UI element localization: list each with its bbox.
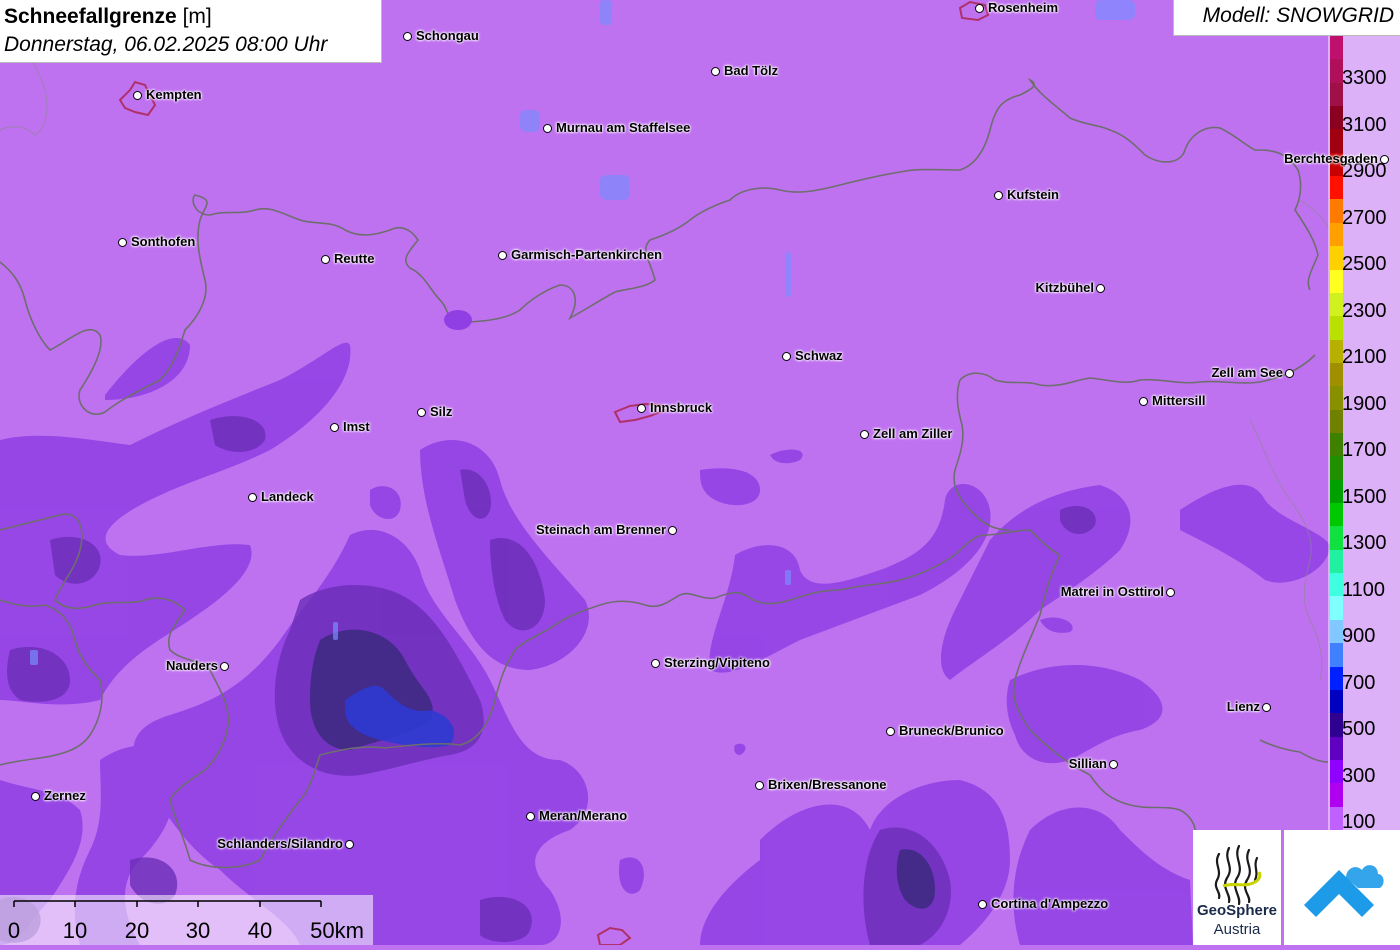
city-label: Imst (343, 419, 370, 434)
legend-label: 2300 (1342, 300, 1387, 322)
geosphere-logo: GeoSphere Austria (1193, 830, 1281, 945)
legend-label: 1100 (1342, 579, 1386, 601)
scale-tick-label: 10 (62, 918, 88, 943)
city-label: Nauders (165, 658, 218, 673)
city-dot (31, 792, 40, 801)
scale-tick-label: 20 (124, 918, 150, 943)
city-dot (403, 32, 412, 41)
city-dot (651, 659, 660, 668)
city-label: Silz (430, 404, 453, 419)
legend-swatch (1330, 736, 1343, 761)
city-label: Schlanders/Silandro (217, 836, 343, 851)
city-dot (321, 255, 330, 264)
city-label: Matrei in Osttirol (1060, 584, 1164, 599)
city-label: Murnau am Staffelsee (556, 120, 691, 135)
city-label: Mittersill (1152, 393, 1206, 408)
city-label: Bad Tölz (724, 63, 779, 78)
scale-tick-label: 30 (185, 918, 211, 943)
city-dot (345, 840, 354, 849)
scale-tick-label: 50km (310, 918, 364, 943)
map-title: Schneefallgrenze [m] (4, 5, 212, 28)
city-dot (220, 662, 229, 671)
city-label: Zell am Ziller (873, 426, 953, 441)
city-dot (711, 67, 720, 76)
city-dot (994, 191, 1003, 200)
city-label: Rosenheim (988, 0, 1059, 15)
scale-tick-label: 40 (247, 918, 273, 943)
city-label: Reutte (334, 251, 375, 266)
scale-tick-label: 0 (7, 918, 21, 943)
city-dot (1096, 284, 1105, 293)
geosphere-emblem-icon (1214, 844, 1262, 906)
legend-label: 1500 (1342, 486, 1387, 508)
legend-label: 3100 (1342, 114, 1387, 136)
city-dot (637, 404, 646, 413)
city-label: Kufstein (1007, 187, 1059, 202)
city-dot (417, 408, 426, 417)
cloud-arrow-icon (1304, 865, 1384, 917)
legend-label: 2700 (1342, 207, 1387, 229)
cloud-logo (1284, 830, 1400, 945)
legend-label: 1300 (1342, 532, 1387, 554)
city-dot (782, 352, 791, 361)
city-dot (248, 493, 257, 502)
city-label: Landeck (261, 489, 314, 504)
city-label: Zell am See (1211, 365, 1283, 380)
city-dot (330, 423, 339, 432)
city-dot (1285, 369, 1294, 378)
city-dot (498, 251, 507, 260)
legend-swatch (1330, 36, 1343, 60)
city-label: Innsbruck (650, 400, 713, 415)
legend-label: 300 (1342, 765, 1376, 787)
city-label: Steinach am Brenner (535, 522, 666, 537)
legend-label: 2500 (1342, 253, 1387, 275)
city-dot (975, 4, 984, 13)
legend-label: 500 (1342, 718, 1376, 740)
map-timestamp: Donnerstag, 06.02.2025 08:00 Uhr (4, 33, 328, 56)
city-label: Berchtesgaden (1284, 151, 1378, 166)
city-label: Kempten (146, 87, 202, 102)
legend-label: 700 (1342, 672, 1376, 694)
city-dot (1380, 155, 1389, 164)
geosphere-country: Austria (1213, 921, 1261, 938)
city-dot (543, 124, 552, 133)
city-label: Meran/Merano (539, 808, 628, 823)
city-dot (886, 727, 895, 736)
city-label: Sillian (1068, 756, 1107, 771)
city-dot (118, 238, 127, 247)
city-label: Schongau (416, 28, 479, 43)
geosphere-name: GeoSphere (1196, 902, 1278, 919)
legend-label: 900 (1342, 625, 1376, 647)
city-dot (755, 781, 764, 790)
map-title-box: Schneefallgrenze [m] Donnerstag, 06.02.2… (0, 0, 382, 63)
city-label: Zernez (44, 788, 86, 803)
legend-label: 1900 (1342, 393, 1387, 415)
city-dot (860, 430, 869, 439)
city-label: Bruneck/Brunico (899, 723, 1004, 738)
city-label: Sonthofen (131, 234, 196, 249)
city-label: Brixen/Bressanone (768, 777, 887, 792)
city-dot (1262, 703, 1271, 712)
city-dot (978, 900, 987, 909)
snowfall-limit-map[interactable] (0, 0, 1400, 945)
city-label: Schwaz (795, 348, 843, 363)
legend-label: 1700 (1342, 439, 1387, 461)
city-dot (1139, 397, 1148, 406)
city-dot (133, 91, 142, 100)
city-dot (1166, 588, 1175, 597)
city-dot (668, 526, 677, 535)
city-label: Lienz (1226, 699, 1260, 714)
legend-label: 3300 (1342, 67, 1387, 89)
model-label: Modell: SNOWGRID (1173, 0, 1400, 36)
city-dot (526, 812, 535, 821)
city-dot (1109, 760, 1118, 769)
city-label: Cortina d'Ampezzo (991, 896, 1109, 911)
legend-label: 100 (1342, 811, 1376, 833)
city-label: Sterzing/Vipiteno (664, 655, 770, 670)
city-label: Kitzbühel (1035, 280, 1095, 295)
city-label: Garmisch-Partenkirchen (511, 247, 663, 262)
legend-label: 2100 (1342, 346, 1387, 368)
